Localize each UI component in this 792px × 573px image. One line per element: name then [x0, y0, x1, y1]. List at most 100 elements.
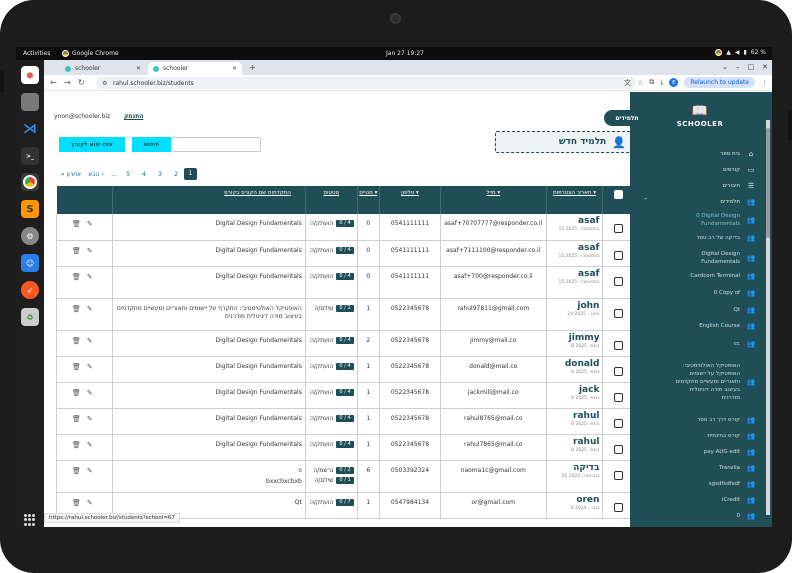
- edit-pencil-icon[interactable]: ✎: [87, 415, 93, 423]
- search-button[interactable]: חיפוש: [132, 137, 171, 152]
- chat-icon[interactable]: ☺: [21, 254, 39, 272]
- student-name[interactable]: donald: [550, 359, 600, 369]
- edit-pencil-icon[interactable]: ✎: [87, 441, 93, 449]
- translate-icon[interactable]: 文: [624, 78, 631, 88]
- page-link-4[interactable]: 4: [136, 171, 152, 178]
- trash-icon[interactable]: 🗑: [72, 305, 81, 313]
- back-icon[interactable]: ←: [50, 78, 57, 87]
- system-tray[interactable]: ▲ ◀ ▮ 62 %: [715, 49, 766, 56]
- show-apps-icon[interactable]: [24, 514, 36, 526]
- vscode-icon[interactable]: ⋊: [21, 120, 39, 138]
- student-name[interactable]: asaf: [550, 243, 599, 253]
- close-tab-icon[interactable]: ✕: [232, 65, 237, 72]
- sidebar-course-item[interactable]: Tranzila 👥: [630, 462, 756, 474]
- chrome-dock-icon[interactable]: [21, 173, 39, 191]
- edit-pencil-icon[interactable]: ✎: [87, 467, 93, 475]
- search-input[interactable]: [171, 137, 261, 152]
- status-header[interactable]: סטטוס: [305, 186, 358, 214]
- sidebar-course-item[interactable]: sgsdfsdfsdf 👥: [630, 478, 756, 490]
- edit-pencil-icon[interactable]: ✎: [87, 220, 93, 228]
- count-header[interactable]: מנויים ▾: [357, 186, 381, 214]
- chevron-down-icon[interactable]: ⌄: [722, 63, 728, 71]
- sidebar-course-item[interactable]: Cardcom Terminal 👥: [630, 270, 756, 282]
- name-cell[interactable]: john 24 באוג׳, 2025: [546, 298, 604, 331]
- student-name[interactable]: jimmy: [550, 333, 600, 343]
- row-checkbox[interactable]: [613, 392, 623, 402]
- minimize-icon[interactable]: –: [736, 63, 740, 71]
- name-cell[interactable]: donald 8 במאי, 2025: [546, 356, 604, 383]
- students-tab[interactable]: תלמידים: [604, 110, 650, 126]
- row-checkbox[interactable]: [613, 470, 623, 480]
- trash-icon[interactable]: ♻: [21, 308, 39, 326]
- trash-icon[interactable]: 🗑: [72, 247, 81, 255]
- row-checkbox[interactable]: [613, 340, 623, 350]
- student-name[interactable]: asaf: [550, 269, 599, 279]
- files-icon[interactable]: [21, 93, 39, 111]
- row-checkbox[interactable]: [613, 366, 623, 376]
- edit-pencil-icon[interactable]: ✎: [87, 305, 93, 313]
- name-cell[interactable]: rahul 8 במאי, 2025: [546, 434, 604, 461]
- sidebar-course-item[interactable]: cc 👥: [630, 338, 756, 350]
- postman-icon[interactable]: ➶: [21, 281, 39, 299]
- forward-icon[interactable]: →: [64, 78, 71, 87]
- trash-icon[interactable]: 🗑: [72, 389, 81, 397]
- profile-avatar[interactable]: E: [669, 78, 679, 87]
- row-checkbox[interactable]: [613, 308, 623, 318]
- trash-icon[interactable]: 🗑: [72, 337, 81, 345]
- new-student-button[interactable]: תלמיד חדש 👤: [495, 131, 633, 153]
- new-tab-icon[interactable]: +: [249, 63, 256, 72]
- sidebar-item-4[interactable]: תלמידים 👥: [630, 198, 756, 206]
- student-name[interactable]: oren: [550, 495, 599, 505]
- sidebar-course-item[interactable]: האופטיקל האולטימטיבי: האופטיקל על יישומי…: [630, 354, 756, 410]
- app-menu[interactable]: Google Chrome: [62, 50, 119, 57]
- logout-link[interactable]: התנתק: [124, 113, 143, 120]
- sidebar-course-item[interactable]: Digital Design Fundamentals 👥: [630, 250, 756, 266]
- trash-icon[interactable]: 🗑: [72, 415, 81, 423]
- sidebar-item-3[interactable]: חיבורים ☰: [630, 182, 756, 190]
- trash-icon[interactable]: 🗑: [72, 499, 81, 507]
- row-checkbox[interactable]: [613, 444, 623, 454]
- sidebar-scrollbar-thumb[interactable]: [766, 128, 770, 238]
- sidebar-course-item[interactable]: pay AUG edit 👥: [630, 446, 756, 458]
- trash-icon[interactable]: 🗑: [72, 273, 81, 281]
- name-cell[interactable]: asaf 15 בספטמבר, 2025: [546, 214, 604, 241]
- sidebar-course-item[interactable]: 0 Digital Design Fundamentals 👥: [630, 212, 756, 228]
- sidebar-item-2[interactable]: קורסים ▭: [630, 166, 756, 174]
- browser-tab-2[interactable]: schooler ✕: [148, 62, 242, 75]
- extensions-icon[interactable]: ⧉: [649, 78, 654, 87]
- browser-tab-1[interactable]: schooler ✕: [60, 62, 146, 75]
- sidebar-course-item[interactable]: English Course 👥: [630, 320, 756, 332]
- page-link-3[interactable]: 3: [152, 171, 168, 178]
- address-bar[interactable]: ⚙ rahul.schooler.biz/students: [96, 77, 636, 89]
- name-cell[interactable]: jack 8 במאי, 2025: [546, 382, 604, 409]
- trash-icon[interactable]: 🗑: [72, 363, 81, 371]
- clock[interactable]: Jan 27 19:27: [386, 50, 424, 57]
- page-link-2[interactable]: 2: [168, 171, 184, 178]
- name-cell[interactable]: בדיקה 20 בנובמבר, 2024: [546, 460, 604, 493]
- schooler-logo[interactable]: 📖 SCHOOLER: [670, 104, 730, 128]
- sidebar-course-item[interactable]: iCredit 👥: [630, 494, 756, 506]
- sublime-icon[interactable]: S: [21, 200, 39, 218]
- student-name[interactable]: rahul: [550, 437, 599, 447]
- close-tab-icon[interactable]: ✕: [136, 65, 141, 72]
- chevron-up-icon[interactable]: ⌃: [638, 198, 648, 204]
- trash-icon[interactable]: 🗑: [72, 441, 81, 449]
- reload-icon[interactable]: ↻: [78, 78, 85, 87]
- course-header[interactable]: התקדמות שם הקורס בקורס: [112, 186, 306, 214]
- page-next-link[interactable]: הבא ›: [84, 171, 108, 178]
- maximize-icon[interactable]: □: [748, 63, 755, 71]
- phone-header[interactable]: טלפון ▾: [379, 186, 441, 214]
- edit-pencil-icon[interactable]: ✎: [87, 363, 93, 371]
- student-name[interactable]: rahul: [550, 411, 599, 421]
- terminal-icon[interactable]: >_: [21, 147, 39, 165]
- page-link-5[interactable]: 5: [120, 171, 136, 178]
- row-checkbox[interactable]: [613, 250, 623, 260]
- edit-pencil-icon[interactable]: ✎: [87, 337, 93, 345]
- mail-header[interactable]: מייל ▾: [440, 186, 547, 214]
- sidebar-course-item[interactable]: 0 Copy of 👥: [630, 287, 756, 299]
- site-info-icon[interactable]: ⚙: [102, 80, 108, 87]
- name-header[interactable]: תאריך הצטרפות ▾: [546, 186, 604, 214]
- edit-pencil-icon[interactable]: ✎: [87, 499, 93, 507]
- row-checkbox[interactable]: [613, 502, 623, 512]
- student-name[interactable]: john: [550, 301, 599, 311]
